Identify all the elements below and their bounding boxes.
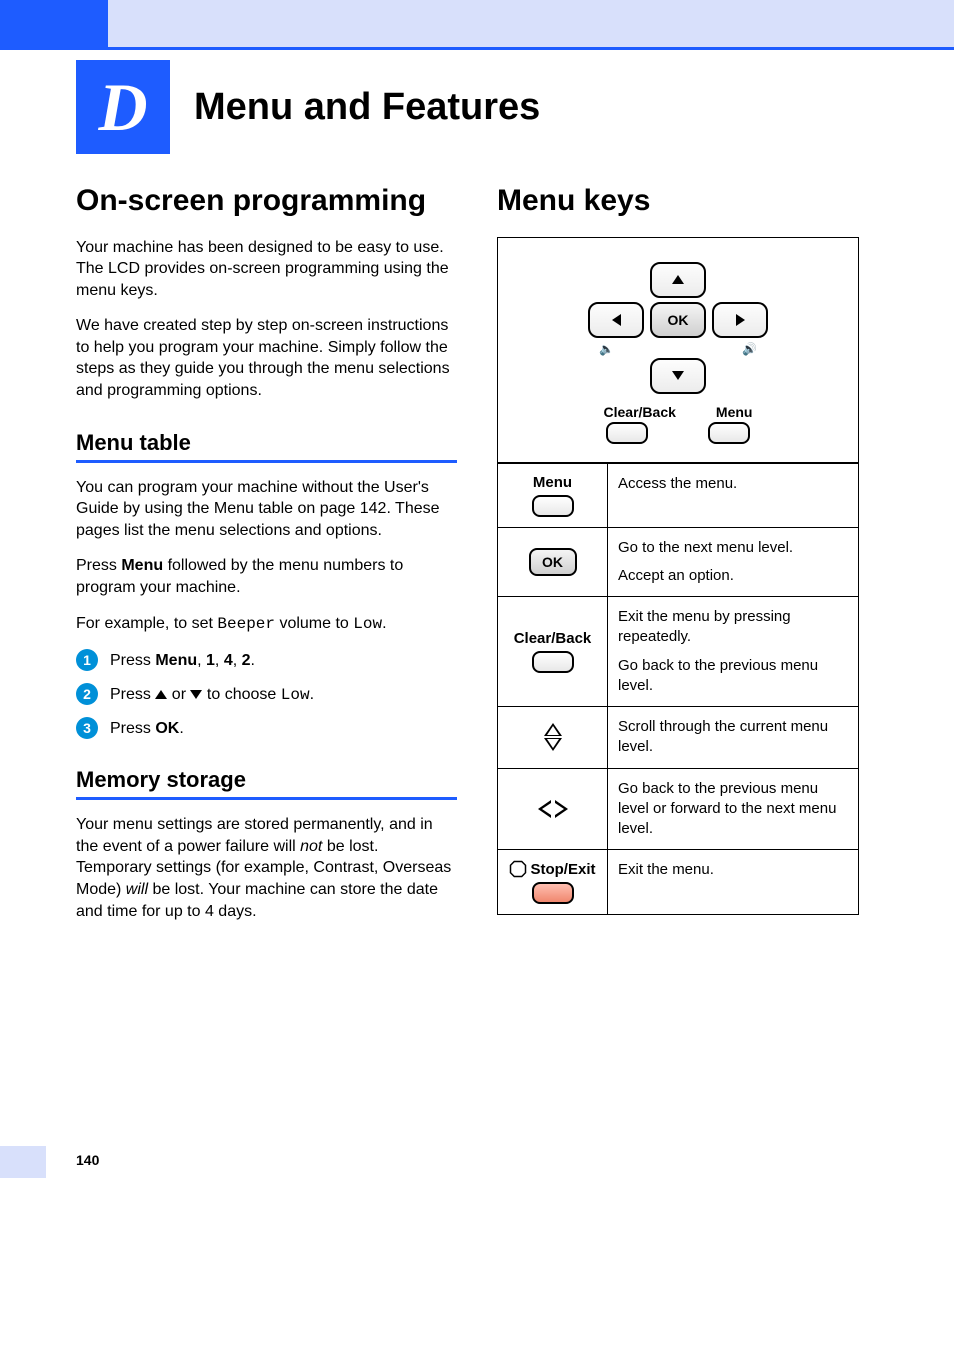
row-menu-button-icon xyxy=(532,495,574,517)
row-ok-desc-1: Go to the next menu level. xyxy=(618,538,848,558)
step-1: 1 Press Menu, 1, 4, 2. xyxy=(76,649,457,671)
header-band xyxy=(0,0,954,50)
step-2: 2 Press or to choose Low. xyxy=(76,683,457,705)
memory-storage-heading: Memory storage xyxy=(76,767,457,800)
section-onscreen-heading: On-screen programming xyxy=(76,184,457,219)
chapter-header: D Menu and Features xyxy=(76,60,954,154)
menu-table-para-2: Press Menu followed by the menu numbers … xyxy=(76,555,457,598)
table-row-menu: Menu Access the menu. xyxy=(498,463,858,527)
row-ok-button-icon: OK xyxy=(529,548,577,576)
row-updown-desc: Scroll through the current menu level. xyxy=(618,717,848,758)
row-clearback-desc-1: Exit the menu by pressing repeatedly. xyxy=(618,607,848,648)
row-clearback-button-icon xyxy=(532,651,574,673)
table-row-ok: OK Go to the next menu level. Accept an … xyxy=(498,527,858,597)
section-menukeys-heading: Menu keys xyxy=(497,184,878,219)
row-stopexit-button-icon xyxy=(532,882,574,904)
onscreen-para-1: Your machine has been designed to be eas… xyxy=(76,237,457,302)
row-clearback-desc-2: Go back to the previous menu level. xyxy=(618,656,848,697)
memory-storage-para: Your menu settings are stored permanentl… xyxy=(76,814,457,922)
triangle-right-icon xyxy=(555,800,568,818)
chapter-title: Menu and Features xyxy=(194,86,540,129)
keypad-left-button xyxy=(588,302,644,338)
menu-table-para-3: For example, to set Beeper volume to Low… xyxy=(76,613,457,636)
table-row-leftright: Go back to the previous menu level or fo… xyxy=(498,768,858,850)
arrow-left-icon xyxy=(612,314,621,326)
row-leftright-icon xyxy=(538,800,568,818)
step-badge-3: 3 xyxy=(76,717,98,739)
arrow-down-icon xyxy=(190,690,202,699)
keypad-up-button xyxy=(650,262,706,298)
row-menu-label: Menu xyxy=(533,474,572,491)
row-clearback-label: Clear/Back xyxy=(514,630,592,647)
right-column: Menu keys OK 🔈 🔊 xyxy=(497,184,878,936)
chapter-letter-badge: D xyxy=(76,60,170,154)
keypad-ok-button: OK xyxy=(650,302,706,338)
row-stopexit-label: Stop/Exit xyxy=(530,861,595,878)
keypad-right-button xyxy=(712,302,768,338)
keypad-clearback-label: Clear/Back xyxy=(604,404,676,420)
menu-table-para-1: You can program your machine without the… xyxy=(76,477,457,542)
menu-keys-table: OK 🔈 🔊 Clear/Back Menu xyxy=(497,237,859,916)
arrow-right-icon xyxy=(736,314,745,326)
page-number: 140 xyxy=(0,1146,954,1178)
table-row-stopexit: Stop/Exit Exit the menu. xyxy=(498,849,858,914)
speaker-low-icon: 🔈 xyxy=(599,342,614,356)
onscreen-para-2: We have created step by step on-screen i… xyxy=(76,315,457,401)
step-3: 3 Press OK. xyxy=(76,717,457,739)
keypad-menu-button xyxy=(708,422,750,444)
table-row-clearback: Clear/Back Exit the menu by pressing rep… xyxy=(498,596,858,706)
keypad-clearback-button xyxy=(606,422,648,444)
arrow-down-icon xyxy=(672,371,684,380)
step-badge-1: 1 xyxy=(76,649,98,671)
stop-icon xyxy=(509,860,527,878)
keypad-illustration: OK 🔈 🔊 Clear/Back Menu xyxy=(498,238,858,463)
header-accent-light xyxy=(108,0,954,50)
row-stopexit-desc: Exit the menu. xyxy=(618,860,848,880)
table-row-updown: Scroll through the current menu level. xyxy=(498,706,858,768)
row-menu-desc: Access the menu. xyxy=(618,474,848,494)
keypad-down-button xyxy=(650,358,706,394)
arrow-up-icon xyxy=(672,275,684,284)
step-badge-2: 2 xyxy=(76,683,98,705)
row-leftright-desc: Go back to the previous menu level or fo… xyxy=(618,779,848,840)
triangle-down-icon xyxy=(544,738,562,751)
row-ok-desc-2: Accept an option. xyxy=(618,566,848,586)
header-accent-blue xyxy=(0,0,108,50)
arrow-up-icon xyxy=(155,690,167,699)
menu-table-heading: Menu table xyxy=(76,430,457,463)
row-updown-icon xyxy=(544,723,562,751)
speaker-high-icon: 🔊 xyxy=(742,342,757,356)
triangle-up-icon xyxy=(544,723,562,736)
triangle-left-icon xyxy=(538,800,551,818)
left-column: On-screen programming Your machine has b… xyxy=(76,184,457,936)
keypad-menu-label: Menu xyxy=(716,404,753,420)
